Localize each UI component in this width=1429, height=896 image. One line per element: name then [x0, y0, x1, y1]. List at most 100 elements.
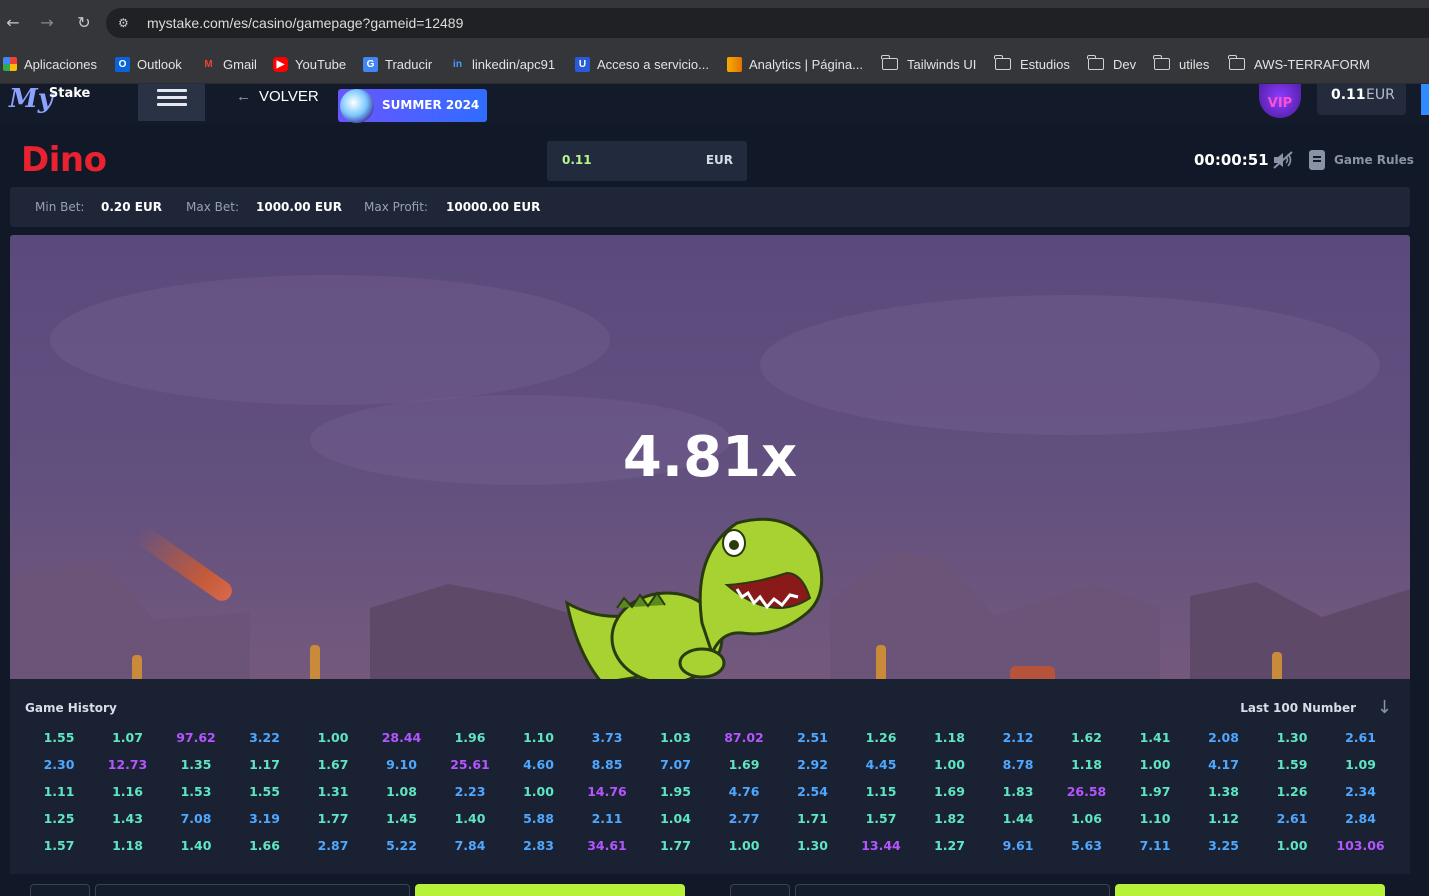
history-value: 2.34	[1345, 784, 1376, 799]
site-settings-icon[interactable]: ⚙	[118, 15, 134, 31]
history-value: 1.25	[43, 811, 75, 826]
history-value: 4.45	[865, 757, 897, 772]
outlook-icon: O	[115, 56, 130, 72]
history-value: 1.10	[523, 730, 554, 745]
cactus-sprite	[310, 645, 320, 680]
history-value: 1.77	[660, 838, 691, 853]
vip-badge[interactable]: VIP	[1259, 84, 1301, 118]
history-value: 2.87	[317, 838, 349, 853]
youtube-icon: ▶	[273, 56, 288, 72]
background-cloud	[760, 295, 1380, 435]
history-value: 1.04	[660, 811, 691, 826]
hamburger-menu-button[interactable]	[138, 84, 205, 121]
bookmark-acceso[interactable]: U Acceso a servicio...	[575, 55, 709, 73]
sound-muted-icon[interactable]	[1272, 150, 1294, 170]
history-value: 2.51	[797, 730, 828, 745]
bet-amount-display[interactable]: 0.11 EUR	[547, 141, 747, 181]
history-value: 1.15	[865, 784, 897, 799]
history-value: 2.11	[591, 811, 623, 826]
history-value: 1.00	[934, 757, 965, 772]
balance-display[interactable]: 0.11 EUR	[1317, 84, 1406, 115]
back-link[interactable]: ← VOLVER	[236, 88, 319, 105]
menu-line	[157, 96, 187, 99]
history-value: 97.62	[176, 730, 216, 745]
meteor-sprite	[134, 525, 236, 605]
folder-icon	[881, 55, 898, 70]
forward-arrow-icon[interactable]: →	[38, 14, 56, 32]
bookmark-label: Acceso a servicio...	[597, 56, 709, 72]
background-cloud	[50, 275, 610, 405]
history-value: 1.09	[1345, 757, 1376, 772]
cactus-sprite	[132, 655, 142, 680]
auto-cashout-input-2[interactable]	[795, 884, 1110, 896]
bookmark-translate[interactable]: G Traducir	[363, 55, 432, 73]
history-value: 103.06	[1336, 838, 1385, 853]
reload-icon[interactable]: ↻	[75, 14, 93, 32]
history-value: 1.69	[728, 757, 760, 772]
history-value: 1.59	[1276, 757, 1308, 772]
history-value: 1.00	[1276, 838, 1308, 853]
summer-promo-button[interactable]: SUMMER 2024	[338, 89, 487, 123]
history-value: 1.53	[180, 784, 212, 799]
max-bet-label: Max Bet:	[186, 200, 239, 214]
bookmark-folder-aws[interactable]: AWS-TERRAFORM	[1228, 55, 1370, 73]
history-value: 1.67	[317, 757, 349, 772]
bookmark-folder-estudios[interactable]: Estudios	[994, 55, 1070, 73]
bookmark-analytics[interactable]: Analytics | Página...	[727, 55, 863, 73]
history-value: 2.12	[1002, 730, 1034, 745]
place-bet-button[interactable]	[415, 884, 685, 896]
bookmark-folder-utiles[interactable]: utiles	[1153, 55, 1210, 73]
history-value: 7.07	[660, 757, 691, 772]
bookmark-outlook[interactable]: O Outlook	[115, 55, 182, 73]
history-value: 1.00	[1139, 757, 1171, 772]
bookmark-linkedin[interactable]: in linkedin/apc91	[450, 55, 555, 73]
bookmark-label: Gmail	[223, 56, 257, 72]
history-value: 12.73	[107, 757, 148, 772]
rock-sprite	[1010, 666, 1055, 680]
back-arrow-icon[interactable]: ←	[4, 14, 22, 32]
history-value: 8.78	[1002, 757, 1034, 772]
history-value: 5.63	[1071, 838, 1102, 853]
folder-icon	[1153, 55, 1170, 70]
cactus-sprite	[876, 645, 886, 680]
history-value: 1.35	[180, 757, 212, 772]
deposit-button-edge[interactable]	[1421, 84, 1429, 115]
history-value: 2.54	[797, 784, 828, 799]
promo-label: SUMMER 2024	[382, 98, 480, 112]
arrow-down-icon[interactable]: ↓	[1377, 699, 1392, 717]
bet-amount-input[interactable]	[30, 884, 90, 896]
menu-line	[157, 103, 187, 106]
history-value: 1.55	[249, 784, 280, 799]
bookmark-label: Outlook	[137, 56, 182, 72]
balance-currency: EUR	[1366, 87, 1395, 103]
bookmark-youtube[interactable]: ▶ YouTube	[273, 55, 346, 73]
history-value: 1.26	[865, 730, 897, 745]
bookmark-label: Dev	[1113, 56, 1137, 72]
game-rules-link[interactable]: Game Rules	[1334, 153, 1414, 167]
bookmark-apps[interactable]: Aplicaciones	[3, 55, 97, 73]
bookmark-gmail[interactable]: M Gmail	[201, 55, 257, 73]
place-bet-button-2[interactable]	[1115, 884, 1385, 896]
history-value: 1.11	[43, 784, 75, 799]
game-rules-icon[interactable]	[1309, 150, 1325, 170]
bookmark-label: utiles	[1179, 56, 1210, 72]
bet-controls-strip	[0, 880, 1429, 896]
history-value: 4.76	[728, 784, 760, 799]
history-value: 1.10	[1139, 811, 1171, 826]
history-value: 25.61	[450, 757, 490, 772]
arrow-left-icon: ←	[236, 88, 251, 105]
bet-amount-input-2[interactable]	[730, 884, 790, 896]
apps-grid-icon	[3, 57, 17, 71]
bookmark-folder-tailwinds[interactable]: Tailwinds UI	[881, 55, 976, 73]
url-text[interactable]: mystake.com/es/casino/gamepage?gameid=12…	[147, 15, 463, 31]
mystake-logo[interactable]: MyStake	[9, 84, 94, 114]
history-value: 5.22	[386, 838, 417, 853]
history-value: 1.18	[1071, 757, 1102, 772]
logo-stake-text: Stake	[48, 86, 91, 101]
address-bar[interactable]: ⚙ mystake.com/es/casino/gamepage?gameid=…	[106, 8, 1429, 38]
history-value: 1.03	[660, 730, 691, 745]
bookmark-folder-dev[interactable]: Dev	[1087, 55, 1137, 73]
history-value: 1.31	[317, 784, 349, 799]
bet-currency: EUR	[705, 153, 733, 167]
auto-cashout-input[interactable]	[95, 884, 410, 896]
